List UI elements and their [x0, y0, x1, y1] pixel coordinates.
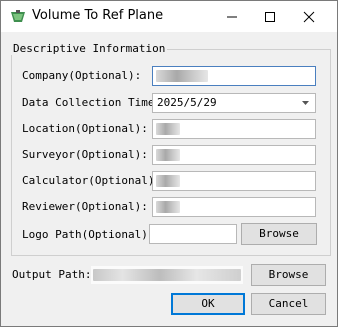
minimize-button[interactable]	[215, 1, 249, 32]
surveyor-input[interactable]	[156, 148, 314, 162]
date-label: Data Collection Time:	[22, 96, 162, 109]
company-input[interactable]	[156, 69, 314, 83]
title-bar[interactable]: Volume To Ref Plane	[1, 1, 337, 32]
surveyor-field[interactable]	[152, 145, 316, 165]
calculator-field[interactable]	[152, 171, 316, 191]
surveyor-label: Surveyor(Optional):	[22, 148, 148, 161]
close-button[interactable]	[292, 1, 326, 32]
ok-button[interactable]: OK	[171, 293, 245, 315]
output-path-label: Output Path:	[12, 268, 92, 281]
date-value: 2025/5/29	[157, 96, 217, 109]
logo-path-input[interactable]	[153, 227, 235, 241]
cancel-button[interactable]: Cancel	[251, 293, 326, 315]
minimize-icon	[227, 16, 237, 18]
output-path-input[interactable]	[94, 268, 242, 282]
output-path-field[interactable]	[90, 265, 244, 285]
location-field[interactable]	[152, 119, 316, 139]
logo-browse-button[interactable]: Browse	[241, 223, 317, 245]
shovel-app-icon	[10, 9, 26, 25]
dialog-window: Volume To Ref Plane Descriptive Informat…	[0, 0, 338, 327]
location-input[interactable]	[156, 122, 314, 136]
logo-path-field[interactable]	[149, 224, 237, 244]
reviewer-input[interactable]	[156, 200, 314, 214]
output-browse-button[interactable]: Browse	[251, 264, 326, 286]
company-field[interactable]	[152, 66, 316, 86]
reviewer-label: Reviewer(Optional):	[22, 200, 148, 213]
chevron-down-icon[interactable]	[302, 101, 309, 106]
reviewer-field[interactable]	[152, 197, 316, 217]
group-legend: Descriptive Information	[11, 42, 168, 55]
date-picker[interactable]: 2025/5/29	[152, 93, 316, 113]
location-label: Location(Optional):	[22, 122, 148, 135]
calculator-label: Calculator(Optional):	[22, 174, 162, 187]
maximize-icon	[265, 12, 275, 22]
logo-path-label: Logo Path(Optional):	[22, 228, 155, 241]
calculator-input[interactable]	[156, 174, 314, 188]
window-title: Volume To Ref Plane	[32, 8, 164, 23]
company-label: Company(Optional):	[22, 69, 142, 82]
maximize-button[interactable]	[253, 1, 287, 32]
close-icon	[303, 11, 315, 23]
